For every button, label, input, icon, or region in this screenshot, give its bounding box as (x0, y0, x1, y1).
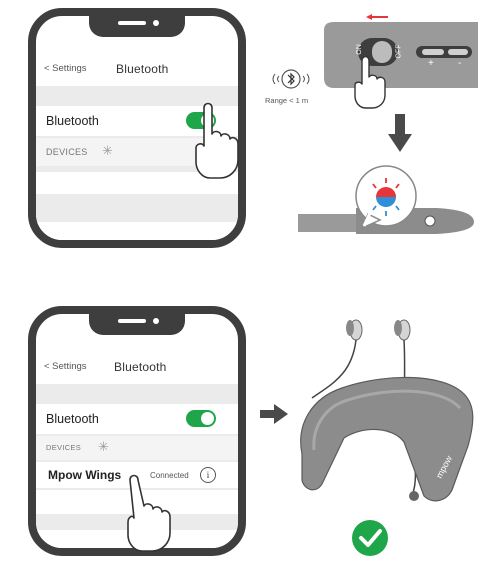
volume-down-label: - (458, 58, 462, 69)
red-arrow-icon (366, 7, 388, 20)
empty-row (36, 222, 238, 240)
loading-spinner-icon: ✳ (102, 143, 113, 158)
back-to-settings-link[interactable]: < Settings (44, 63, 87, 74)
page-title: Bluetooth (116, 62, 169, 76)
bluetooth-range-indicator (266, 68, 316, 94)
back-to-settings-link[interactable]: < Settings (44, 361, 87, 372)
loading-spinner-icon: ✳ (98, 439, 109, 454)
bluetooth-label: Bluetooth (46, 114, 99, 128)
switch-on-label: ON (355, 44, 363, 55)
devices-label: DEVICES (46, 147, 88, 157)
info-icon[interactable]: i (200, 467, 216, 483)
hand-slider-icon (354, 55, 386, 109)
devices-label: DEVICES (46, 443, 82, 452)
speaker-grille (118, 21, 146, 25)
hand-pointer-icon (127, 474, 171, 552)
bluetooth-label: Bluetooth (46, 412, 99, 426)
range-label: Range < 1 m (265, 96, 309, 105)
device-name: Mpow Wings (48, 468, 122, 482)
headset-led-view (298, 165, 474, 234)
speaker-grille (118, 319, 146, 323)
bluetooth-row: Bluetooth (36, 404, 238, 434)
switch-off-label: OFF (395, 44, 403, 59)
front-camera (153, 20, 159, 26)
success-check-icon (352, 520, 388, 556)
nav-bar: < Settings Bluetooth (36, 52, 238, 86)
phone-notch (89, 16, 185, 37)
right-arrow-icon (260, 404, 288, 424)
volume-up-label: + (428, 58, 434, 69)
neckband-headset-image (300, 319, 474, 502)
nav-bar: < Settings Bluetooth (36, 350, 238, 384)
phone-notch (89, 314, 185, 335)
page-title: Bluetooth (114, 360, 167, 374)
bluetooth-toggle[interactable] (186, 410, 216, 427)
hand-pointer-icon (195, 102, 239, 179)
front-camera (153, 318, 159, 324)
devices-row: DEVICES ✳ (36, 436, 238, 460)
down-arrow-icon (388, 114, 412, 152)
